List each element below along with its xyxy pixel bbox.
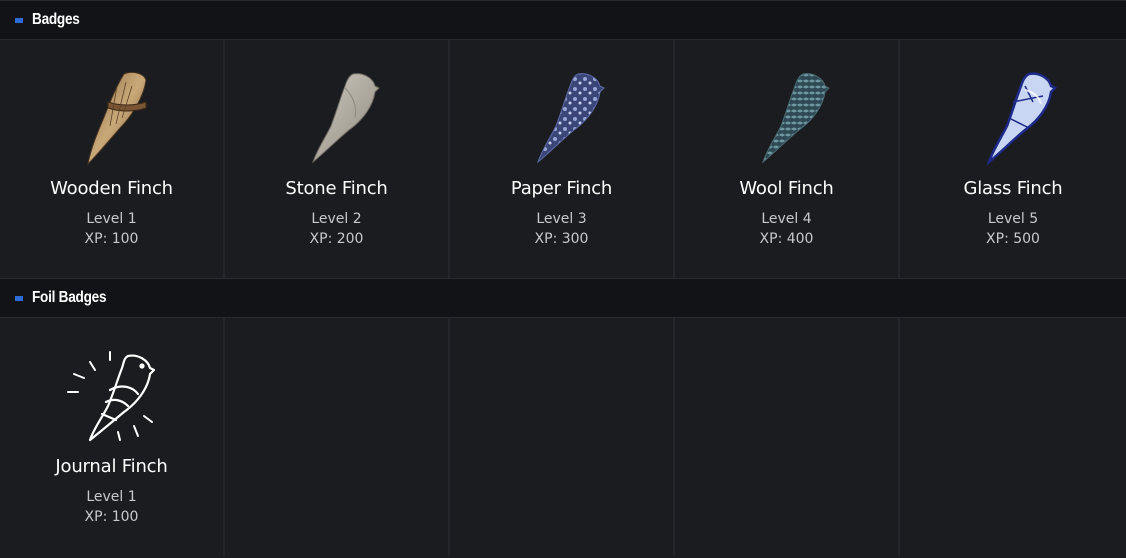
badge-card-wool-finch[interactable]: Wool Finch Level 4 XP: 400	[675, 40, 900, 278]
badge-xp: XP: 300	[534, 231, 589, 247]
badge-level: Level 1	[86, 489, 137, 505]
badge-name: Stone Finch	[285, 178, 388, 199]
badges-grid: Wooden Finch Level 1 XP: 100 Stone Finch…	[0, 40, 1126, 278]
stone-finch-icon	[287, 66, 387, 166]
journal-finch-icon	[62, 344, 162, 444]
wooden-finch-icon	[62, 66, 162, 166]
badge-card-stone-finch[interactable]: Stone Finch Level 2 XP: 200	[225, 40, 450, 278]
badge-xp: XP: 100	[84, 509, 139, 525]
wool-finch-icon	[737, 66, 837, 166]
empty-badge-slot	[450, 318, 675, 556]
badge-xp: XP: 400	[759, 231, 814, 247]
badge-xp: XP: 200	[309, 231, 364, 247]
badge-level: Level 5	[987, 211, 1039, 227]
section-marker	[15, 17, 23, 23]
section-title: Badges	[32, 11, 80, 28]
badge-card-paper-finch[interactable]: Paper Finch Level 3 XP: 300	[450, 40, 675, 278]
badge-name: Glass Finch	[963, 178, 1063, 199]
badge-card-wooden-finch[interactable]: Wooden Finch Level 1 XP: 100	[0, 40, 225, 278]
section-title: Foil Badges	[32, 289, 107, 306]
badge-name: Wooden Finch	[50, 178, 173, 199]
badge-card-journal-finch[interactable]: Journal Finch Level 1 XP: 100	[0, 318, 225, 556]
badge-card-glass-finch[interactable]: Glass Finch Level 5 XP: 500	[900, 40, 1126, 278]
foil-badges-grid: Journal Finch Level 1 XP: 100	[0, 318, 1126, 556]
badge-name: Wool Finch	[739, 178, 834, 199]
badge-level: Level 4	[761, 211, 812, 227]
foil-badges-section-header: Foil Badges	[0, 278, 1126, 318]
badge-name: Paper Finch	[510, 178, 613, 199]
badge-level: Level 2	[311, 211, 362, 227]
empty-badge-slot	[675, 318, 900, 556]
empty-badge-slot	[225, 318, 450, 556]
glass-finch-icon	[963, 66, 1063, 166]
empty-badge-slot	[900, 318, 1126, 556]
badge-level: Level 1	[86, 211, 137, 227]
badges-section-header: Badges	[0, 0, 1126, 40]
section-marker	[15, 295, 23, 301]
badge-level: Level 3	[536, 211, 587, 227]
badge-name: Journal Finch	[55, 456, 168, 477]
badge-xp: XP: 100	[84, 231, 139, 247]
badge-xp: XP: 500	[986, 231, 1040, 247]
paper-finch-icon	[512, 66, 612, 166]
